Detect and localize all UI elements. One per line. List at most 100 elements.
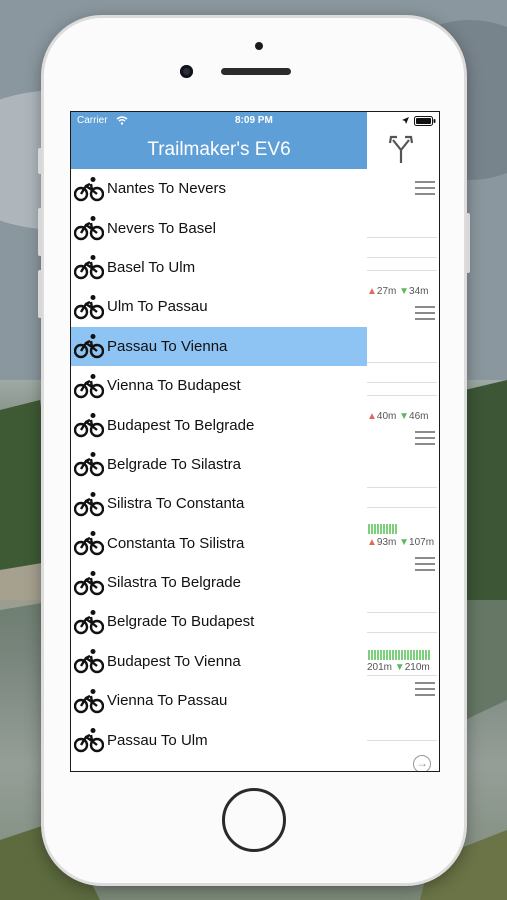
status-bar: Carrier 8:09 PM <box>71 112 367 130</box>
route-row[interactable]: Budapest To Vienna <box>71 641 367 682</box>
menu-icon[interactable] <box>415 181 435 195</box>
home-button[interactable] <box>222 788 286 852</box>
status-time: 8:09 PM <box>235 115 273 126</box>
bicycle-icon <box>73 294 105 320</box>
elevation-sparkline <box>368 650 430 660</box>
volume-up-button <box>38 208 42 256</box>
elevation-up-value: 27m <box>376 286 397 297</box>
route-label: Budapest To Belgrade <box>107 416 255 434</box>
divider <box>367 740 437 741</box>
elevation-up-icon: ▲ <box>367 286 377 297</box>
route-row[interactable]: Belgrade To Budapest <box>71 602 367 642</box>
bicycle-icon <box>73 333 105 359</box>
divider <box>367 237 437 238</box>
route-row[interactable]: Passau To Vienna <box>71 326 367 366</box>
bicycle-icon <box>73 254 105 280</box>
route-label: Nevers To Basel <box>107 219 216 237</box>
bicycle-icon <box>73 727 105 753</box>
divider <box>367 270 437 271</box>
location-arrow-icon <box>402 117 409 124</box>
elevation-down-icon: ▼ <box>399 537 410 548</box>
route-row[interactable]: Ulm To Passau <box>71 287 367 327</box>
bicycle-icon <box>73 648 105 674</box>
divider <box>367 612 437 613</box>
route-row[interactable]: Vienna To Passau <box>71 681 367 721</box>
route-label: Belgrade To Silastra <box>107 455 241 473</box>
elevation-up-value: 40m <box>376 411 397 422</box>
route-label: Budapest To Vienna <box>107 652 241 670</box>
carrier-label: Carrier <box>77 115 108 126</box>
route-row[interactable]: Basel To Ulm <box>71 247 367 288</box>
route-label: Belgrade To Budapest <box>107 613 255 631</box>
bicycle-icon <box>73 491 105 517</box>
divider <box>367 257 437 258</box>
elevation-up-icon: ▲ <box>367 411 377 422</box>
route-row[interactable]: Silistra To Constanta <box>71 484 367 524</box>
route-row[interactable]: Belgrade To Silastra <box>71 444 367 485</box>
route-row[interactable]: Budapest To Belgrade <box>71 405 367 445</box>
menu-icon[interactable] <box>415 306 435 320</box>
route-row[interactable]: Nevers To Basel <box>71 208 367 248</box>
divider <box>367 507 437 508</box>
bicycle-icon <box>73 373 105 399</box>
mute-switch <box>38 148 42 174</box>
divider <box>367 675 437 676</box>
route-label: Ulm To Passau <box>107 298 208 316</box>
volume-down-button <box>38 270 42 318</box>
route-row[interactable]: Nantes To Nevers <box>71 169 367 209</box>
route-label: Vienna To Budapest <box>107 377 241 395</box>
front-camera <box>180 65 193 78</box>
route-row[interactable]: Passau To Ulm <box>71 720 367 760</box>
menu-icon[interactable] <box>415 557 435 571</box>
bicycle-icon <box>73 530 105 556</box>
route-row[interactable]: Constanta To Silistra <box>71 523 367 563</box>
elevation-stats: ▲27m ▼34m <box>367 286 439 298</box>
elevation-stats: ▲93m ▼107m <box>367 537 439 549</box>
elevation-up-value: 93m <box>376 537 397 548</box>
bicycle-icon <box>73 688 105 714</box>
elevation-down-value: 46m <box>409 411 429 422</box>
elevation-up-value: 201m <box>367 662 393 673</box>
elevation-down-value: 34m <box>409 286 429 297</box>
divider <box>367 395 437 396</box>
divider <box>367 362 437 363</box>
elevation-sparkline <box>368 524 397 534</box>
app-navbar: Trailmaker's EV6 <box>71 130 367 169</box>
elevation-stats: ▲40m ▼46m <box>367 411 439 423</box>
elevation-up-icon: ▲ <box>367 537 377 548</box>
wifi-icon <box>116 116 128 125</box>
menu-icon[interactable] <box>415 682 435 696</box>
elevation-down-value: 107m <box>409 537 435 548</box>
elevation-stats: 201m ▼210m <box>367 662 439 674</box>
app-screen: Carrier 8:09 PM Trailmaker's EV6 ▲27m ▼3… <box>70 111 440 772</box>
route-label: Basel To Ulm <box>107 258 196 276</box>
bicycle-icon <box>73 609 105 635</box>
bicycle-icon <box>73 412 105 438</box>
route-label: Nantes To Nevers <box>107 180 226 198</box>
route-label: Passau To Vienna <box>107 337 228 355</box>
divider <box>367 382 437 383</box>
bicycle-icon <box>73 570 105 596</box>
route-row[interactable]: Vienna To Budapest <box>71 365 367 406</box>
arrow-right-circle-icon[interactable]: → <box>413 755 431 771</box>
route-list: Nantes To Nevers Nevers To Basel Basel To … <box>71 169 367 760</box>
bicycle-icon <box>73 451 105 477</box>
page-title: Trailmaker's EV6 <box>147 139 291 160</box>
bicycle-icon <box>73 215 105 241</box>
elevation-down-value: 210m <box>404 662 430 673</box>
earpiece-speaker <box>221 68 291 75</box>
proximity-sensor <box>255 42 263 50</box>
elevation-down-icon: ▼ <box>394 662 405 673</box>
divider <box>367 487 437 488</box>
route-label: Silistra To Constanta <box>107 495 245 513</box>
divider <box>367 632 437 633</box>
menu-icon[interactable] <box>415 431 435 445</box>
bicycle-icon <box>73 176 105 202</box>
route-label: Vienna To Passau <box>107 692 228 710</box>
power-button <box>466 213 470 273</box>
elevation-down-icon: ▼ <box>399 411 410 422</box>
fork-arrows-icon[interactable] <box>387 134 415 164</box>
elevation-down-icon: ▼ <box>399 286 410 297</box>
status-bar-right <box>367 112 439 130</box>
route-row[interactable]: Silastra To Belgrade <box>71 562 367 603</box>
